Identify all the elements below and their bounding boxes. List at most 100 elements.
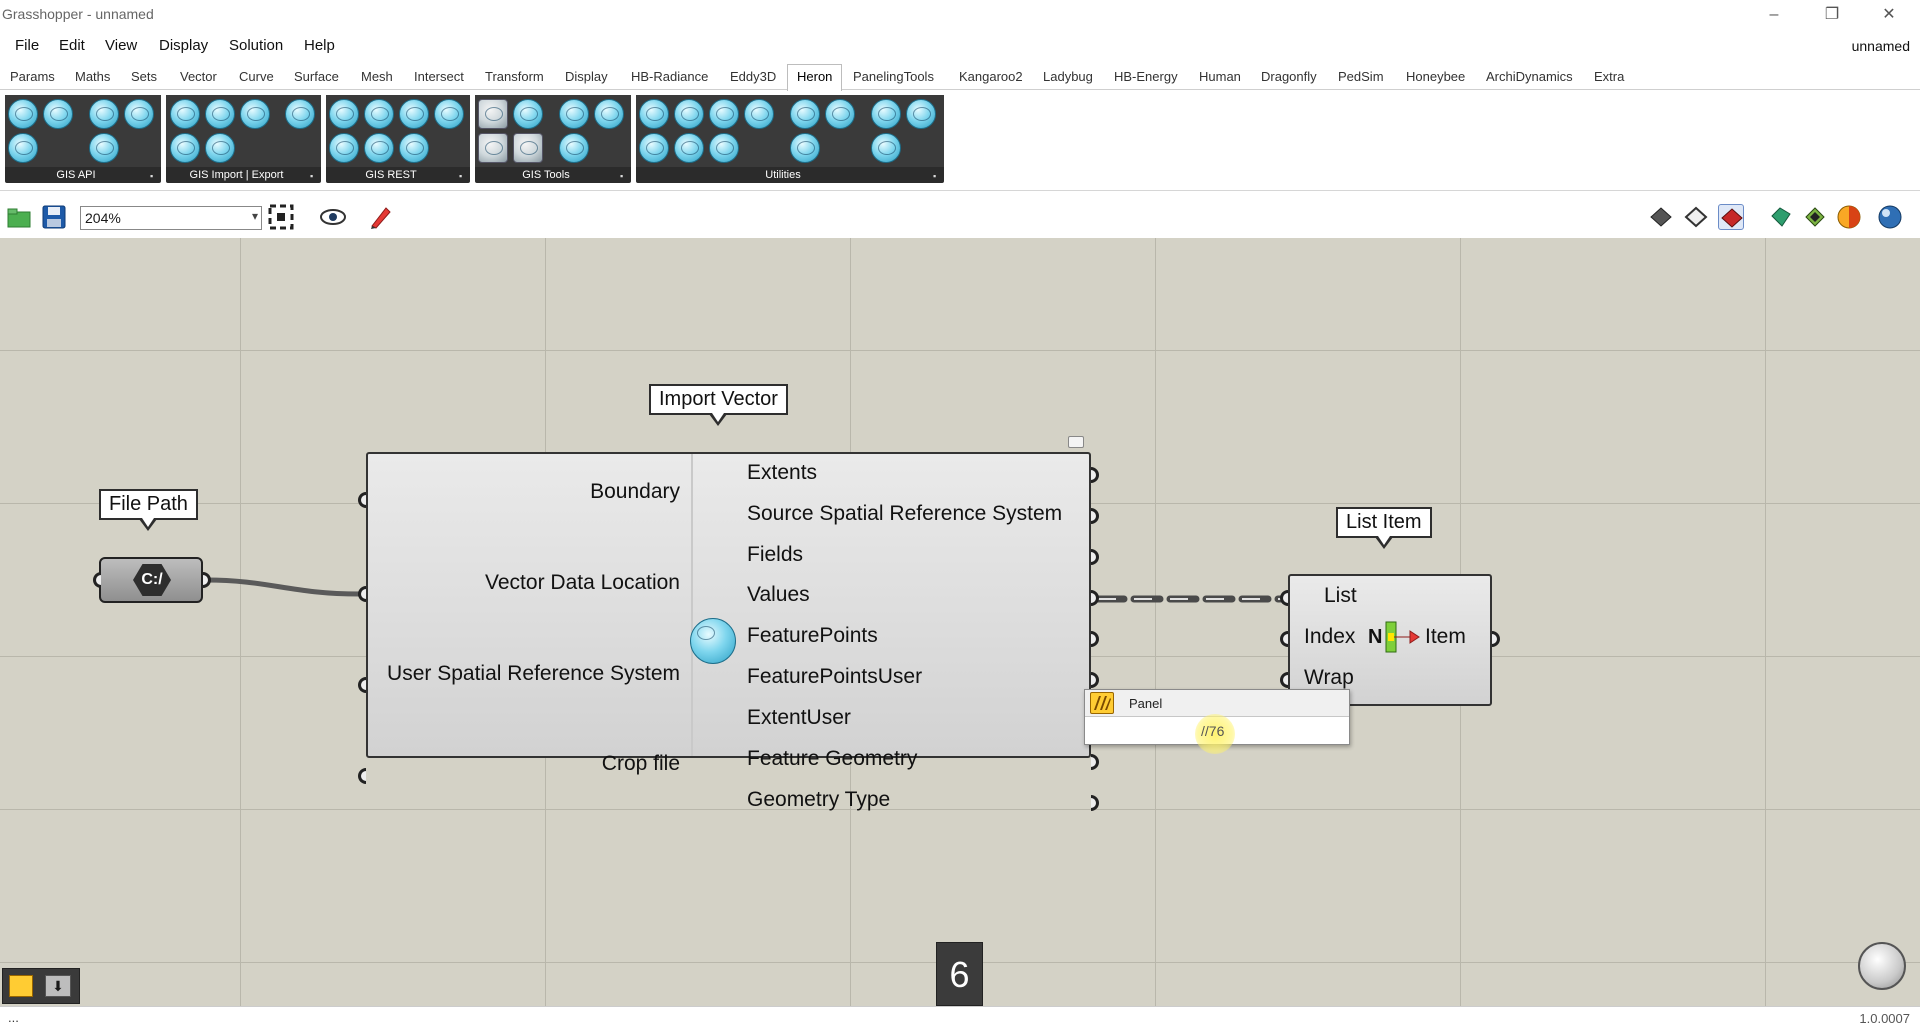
- tab-heron[interactable]: Heron: [787, 64, 843, 91]
- tab-sets[interactable]: Sets: [131, 69, 157, 84]
- gis-rest-component-icon[interactable]: [329, 99, 359, 129]
- gis-api-component-icon[interactable]: [8, 99, 38, 129]
- preview-eye-icon[interactable]: [319, 204, 347, 230]
- import-vector-component[interactable]: Boundary Vector Data Location User Spati…: [366, 452, 1091, 811]
- preview-material-icon[interactable]: [1836, 204, 1862, 230]
- menu-display[interactable]: Display: [159, 37, 208, 54]
- tab-vector[interactable]: Vector: [180, 69, 217, 84]
- gis-api-component-icon[interactable]: [89, 99, 119, 129]
- grasshopper-canvas[interactable]: File Path C:/ Import Vector Boundary Vec…: [0, 238, 1920, 1006]
- gis-rest-component-icon[interactable]: [399, 133, 429, 163]
- gis-api-component-icon[interactable]: [89, 133, 119, 163]
- open-file-icon[interactable]: [6, 204, 32, 230]
- tab-display[interactable]: Display: [565, 69, 608, 84]
- panel-search-text[interactable]: //76: [1201, 723, 1224, 739]
- tab-human[interactable]: Human: [1199, 69, 1241, 84]
- utilities-component-icon[interactable]: [674, 133, 704, 163]
- gis-tools-component-icon[interactable]: [478, 133, 508, 163]
- tab-dragonfly[interactable]: Dragonfly: [1261, 69, 1317, 84]
- minimize-icon[interactable]: –: [1759, 4, 1789, 26]
- file-path-parameter[interactable]: C:/: [99, 557, 203, 603]
- utilities-component-icon[interactable]: [906, 99, 936, 129]
- menu-edit[interactable]: Edit: [59, 37, 85, 54]
- utilities-component-icon[interactable]: [871, 133, 901, 163]
- tab-mesh[interactable]: Mesh: [361, 69, 393, 84]
- preview-wireframe-icon[interactable]: [1683, 204, 1709, 230]
- restore-icon[interactable]: ❐: [1817, 4, 1847, 26]
- ribbon-group-label: Utilities: [765, 169, 801, 181]
- utilities-component-icon[interactable]: [871, 99, 901, 129]
- gis-api-component-icon[interactable]: [124, 99, 154, 129]
- tab-eddy3d[interactable]: Eddy3D: [730, 69, 776, 84]
- utilities-component-icon[interactable]: [709, 99, 739, 129]
- expand-group-icon[interactable]: ▪: [933, 171, 941, 181]
- tab-surface[interactable]: Surface: [294, 69, 339, 84]
- menu-view[interactable]: View: [105, 37, 137, 54]
- menu-file[interactable]: File: [15, 37, 39, 54]
- expand-group-icon[interactable]: ▪: [150, 171, 158, 181]
- preview-mesh-icon[interactable]: [1802, 204, 1828, 230]
- utilities-component-icon[interactable]: [790, 133, 820, 163]
- tab-hb-energy[interactable]: HB-Energy: [1114, 69, 1178, 84]
- gis-tools-component-icon[interactable]: [478, 99, 508, 129]
- download-icon[interactable]: ⬇: [45, 975, 71, 997]
- tab-ladybug[interactable]: Ladybug: [1043, 69, 1093, 84]
- list-item-component[interactable]: List Index Wrap Item N: [1288, 574, 1492, 706]
- utilities-component-icon[interactable]: [639, 133, 669, 163]
- utilities-component-icon[interactable]: [744, 99, 774, 129]
- gis-import-component-icon[interactable]: [205, 133, 235, 163]
- gis-import-component-icon[interactable]: [170, 99, 200, 129]
- gis-rest-component-icon[interactable]: [329, 133, 359, 163]
- tab-extra[interactable]: Extra: [1594, 69, 1624, 84]
- gis-rest-component-icon[interactable]: [364, 133, 394, 163]
- preview-off-icon[interactable]: [1648, 204, 1674, 230]
- gis-tools-component-icon[interactable]: [559, 99, 589, 129]
- tab-transform[interactable]: Transform: [485, 69, 544, 84]
- gis-api-component-icon[interactable]: [43, 99, 73, 129]
- preview-selected-icon[interactable]: [1768, 204, 1794, 230]
- tab-curve[interactable]: Curve: [239, 69, 274, 84]
- tab-hb-radiance[interactable]: HB-Radiance: [631, 69, 708, 84]
- tab-params[interactable]: Params: [10, 69, 55, 84]
- gis-import-component-icon[interactable]: [285, 99, 315, 129]
- zoom-extents-icon[interactable]: [268, 204, 294, 230]
- utilities-component-icon[interactable]: [639, 99, 669, 129]
- display-sphere-icon[interactable]: [1877, 204, 1903, 230]
- tab-kangaroo2[interactable]: Kangaroo2: [959, 69, 1023, 84]
- save-file-icon[interactable]: [41, 204, 67, 230]
- utilities-component-icon[interactable]: [790, 99, 820, 129]
- gis-import-component-icon[interactable]: [240, 99, 270, 129]
- close-icon[interactable]: ✕: [1874, 4, 1904, 26]
- menu-solution[interactable]: Solution: [229, 37, 283, 54]
- expand-group-icon[interactable]: ▪: [620, 171, 628, 181]
- gis-api-component-icon[interactable]: [8, 133, 38, 163]
- gis-tools-component-icon[interactable]: [559, 133, 589, 163]
- tab-honeybee[interactable]: Honeybee: [1406, 69, 1465, 84]
- gis-tools-component-icon[interactable]: [594, 99, 624, 129]
- tab-archidynamics[interactable]: ArchiDynamics: [1486, 69, 1573, 84]
- gis-rest-component-icon[interactable]: [364, 99, 394, 129]
- gis-import-component-icon[interactable]: [170, 133, 200, 163]
- tab-intersect[interactable]: Intersect: [414, 69, 464, 84]
- tab-pedsim[interactable]: PedSim: [1338, 69, 1384, 84]
- menu-help[interactable]: Help: [304, 37, 335, 54]
- panel-widget-icon[interactable]: [9, 975, 33, 997]
- gis-rest-component-icon[interactable]: [399, 99, 429, 129]
- zoom-select[interactable]: 204% ▾: [80, 206, 262, 230]
- expand-group-icon[interactable]: ▪: [459, 171, 467, 181]
- utilities-component-icon[interactable]: [825, 99, 855, 129]
- utilities-component-icon[interactable]: [709, 133, 739, 163]
- navigation-compass-icon[interactable]: [1858, 942, 1906, 990]
- gis-import-component-icon[interactable]: [205, 99, 235, 129]
- expand-group-icon[interactable]: ▪: [310, 171, 318, 181]
- sketch-pen-icon[interactable]: [368, 204, 394, 230]
- tab-panelingtools[interactable]: PanelingTools: [853, 69, 934, 84]
- preview-shaded-icon[interactable]: [1718, 204, 1744, 230]
- gis-tools-component-icon[interactable]: [513, 133, 543, 163]
- gis-tools-component-icon[interactable]: [513, 99, 543, 129]
- canvas-toolbar: [0, 199, 1920, 237]
- tab-maths[interactable]: Maths: [75, 69, 110, 84]
- panel-search-popup[interactable]: Panel //76: [1084, 689, 1350, 754]
- gis-rest-component-icon[interactable]: [434, 99, 464, 129]
- utilities-component-icon[interactable]: [674, 99, 704, 129]
